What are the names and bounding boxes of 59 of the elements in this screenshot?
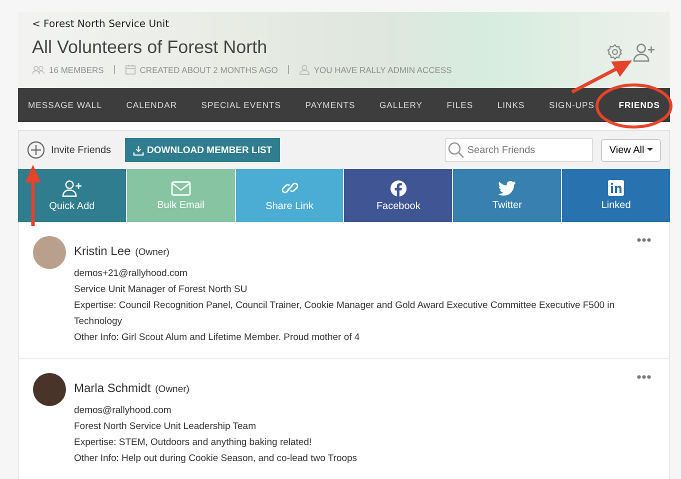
- member-name[interactable]: Marla Schmidt: [74, 381, 151, 395]
- linkedin-icon: [608, 180, 624, 196]
- annotation-arrow: [571, 60, 632, 94]
- search-field[interactable]: Search Friends: [445, 138, 594, 162]
- nav-tab[interactable]: SIGN-UPS: [548, 100, 594, 110]
- more-icon[interactable]: [637, 238, 651, 242]
- member-detail: demos+21@rallyhood.com: [74, 267, 188, 281]
- share-label: Linked: [601, 200, 631, 211]
- share-tile[interactable]: Quick Add: [18, 169, 127, 222]
- member-role: (Owner): [155, 384, 190, 395]
- nav-tab[interactable]: FILES: [446, 100, 474, 110]
- share-tile[interactable]: Facebook: [344, 169, 454, 222]
- nav-tab[interactable]: LINKS: [497, 100, 525, 110]
- share-label: Bulk Email: [157, 200, 204, 210]
- member-detail: demos@rallyhood.com: [74, 404, 172, 418]
- user-icon: [298, 64, 310, 75]
- view-all-dropdown[interactable]: View All: [601, 138, 661, 162]
- member-detail: Other Info: Girl Scout Alum and Lifetime Member. Proud mother of 4: [74, 331, 361, 345]
- nav-tab[interactable]: CALENDAR: [126, 100, 178, 110]
- meta-text: CREATED ABOUT 2 MONTHS AGO: [140, 64, 278, 74]
- avatar: [33, 236, 66, 269]
- nav-tab[interactable]: SPECIAL EVENTS: [201, 100, 282, 110]
- people-icon: [32, 64, 45, 74]
- member-detail: Service Unit Manager of Forest North SU: [74, 283, 248, 297]
- member-detail: Expertise: Council Recognition Panel, Council Trainer, Cookie Manager and Gold Award Executive Committee Executive F500 in Technology: [74, 299, 616, 329]
- member-name[interactable]: Kristin Lee: [74, 244, 131, 258]
- share-tile[interactable]: Twitter: [453, 169, 562, 222]
- avatar: [33, 373, 66, 406]
- group-title: All Volunteers of Forest North: [32, 36, 268, 58]
- annotation-arrow: [25, 164, 41, 226]
- breadcrumb-link[interactable]: < Forest North Service Unit: [32, 19, 656, 30]
- member-detail: Forest North Service Unit Leadership Team: [74, 420, 257, 434]
- facebook-icon: [390, 180, 407, 196]
- member-detail: Expertise: STEM, Outdoors and anything baking related!: [74, 436, 313, 450]
- member-role: (Owner): [135, 247, 170, 258]
- add-user-icon: [60, 179, 83, 197]
- share-label: Share Link: [266, 201, 314, 212]
- more-icon[interactable]: [637, 375, 651, 379]
- add-user-icon[interactable]: [632, 42, 656, 62]
- nav-tab[interactable]: PAYMENTS: [305, 100, 356, 110]
- nav-tab[interactable]: GALLERY: [380, 100, 422, 110]
- download-button[interactable]: DOWNLOAD MEMBER LIST: [125, 138, 280, 162]
- meta-text: YOU HAVE RALLY ADMIN ACCESS: [314, 64, 452, 74]
- plus-circle-icon: [27, 141, 45, 159]
- download-icon: [133, 144, 144, 156]
- search-icon: [448, 142, 464, 158]
- share-label: Facebook: [376, 200, 420, 212]
- settings-icon[interactable]: [606, 43, 624, 61]
- share-label: Twitter: [492, 200, 522, 210]
- invite-friends-button[interactable]: Invite Friends: [27, 141, 112, 159]
- meta-text: 16 MEMBERS: [49, 64, 104, 74]
- nav-tab[interactable]: FRIENDS: [618, 100, 660, 110]
- share-label: Quick Add: [49, 201, 95, 212]
- nav-tab[interactable]: MESSAGE WALL: [28, 100, 102, 110]
- bird-icon: [498, 180, 516, 196]
- calendar-icon: [124, 64, 136, 75]
- member-detail: Other Info: Help out during Cookie Season, and co-lead two Troops: [74, 452, 358, 466]
- share-tile[interactable]: Linked: [562, 169, 670, 222]
- mail-icon: [170, 180, 191, 196]
